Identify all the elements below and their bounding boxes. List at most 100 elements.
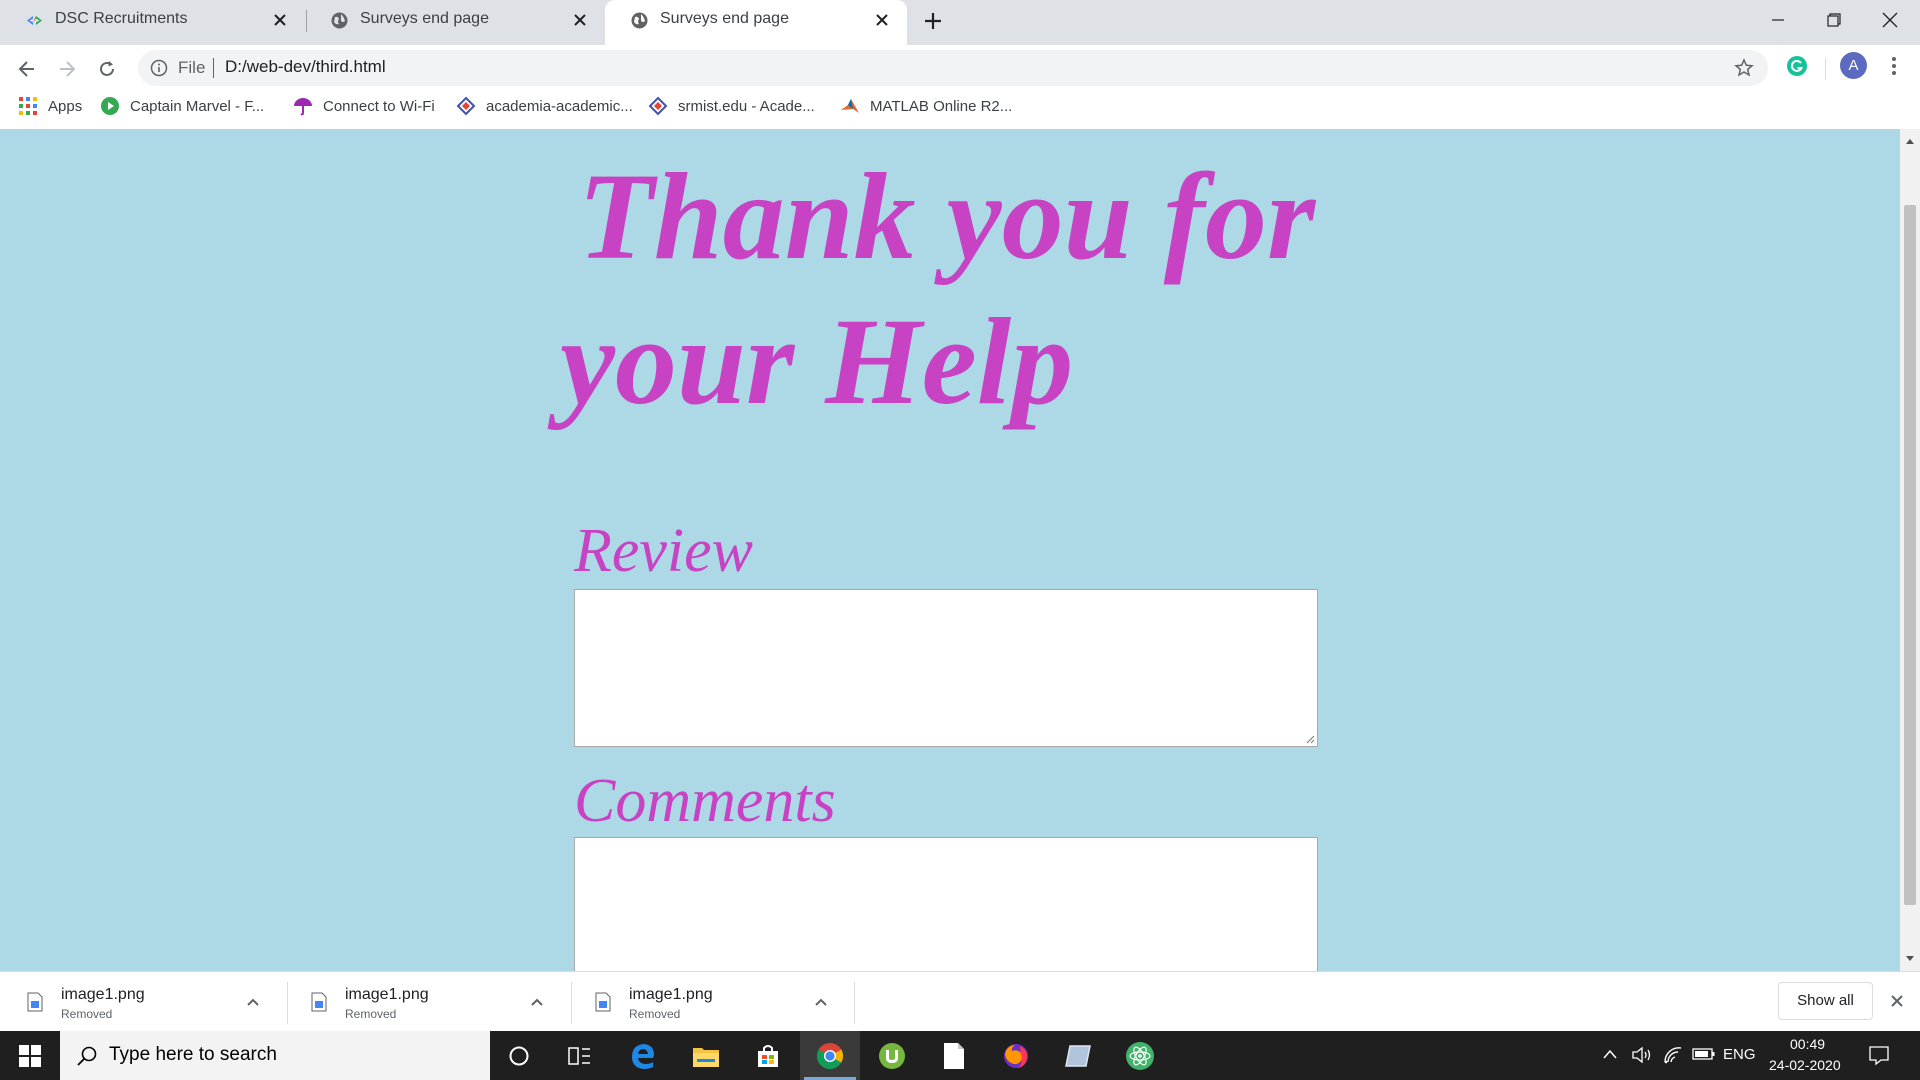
forward-button[interactable] [50,52,84,86]
taskbar-utorrent[interactable] [862,1031,922,1080]
atom-icon [1126,1041,1154,1070]
wifi-icon[interactable] [1662,1045,1684,1065]
bookmark-connect-wifi[interactable]: Connect to Wi-Fi [293,92,435,120]
bookmark-label: academia-academic... [486,97,633,115]
taskbar-sticky-app[interactable] [1048,1031,1108,1080]
umbrella-icon [293,96,313,116]
profile-avatar[interactable]: A [1840,52,1867,79]
cortana-icon [509,1046,529,1065]
download-separator [854,982,855,1024]
windows-logo-icon [19,1044,41,1067]
store-icon [758,1044,778,1067]
info-icon[interactable] [150,59,168,77]
edge-icon [632,1043,654,1069]
start-button[interactable] [0,1031,60,1080]
diamond-icon [456,96,476,116]
language-indicator[interactable]: ENG [1723,1046,1756,1063]
url-text[interactable]: D:/web-dev/third.html [225,57,386,77]
image-file-icon [311,992,327,1012]
image-file-icon [27,992,43,1012]
close-icon[interactable] [873,11,891,29]
notifications-icon[interactable] [1868,1044,1890,1066]
battery-icon[interactable] [1692,1047,1716,1061]
comments-textarea[interactable] [574,837,1318,971]
comments-label: Comments [574,767,836,835]
globe-icon [330,11,349,30]
clock-time[interactable]: 00:49 [1790,1036,1825,1052]
bookmark-apps[interactable]: Apps [18,92,82,120]
minimize-button[interactable] [1750,0,1806,40]
taskbar-search[interactable]: Type here to search [60,1031,490,1080]
tab-surveys-end-page-active[interactable]: Surveys end page [605,0,907,45]
clock-date[interactable]: 24-02-2020 [1769,1057,1841,1073]
scroll-down-icon[interactable] [1905,955,1915,963]
chevron-up-icon[interactable] [243,992,263,1012]
bookmark-label: MATLAB Online R2... [870,97,1013,115]
address-divider [213,58,214,78]
reload-button[interactable] [90,52,124,86]
taskbar-chrome[interactable] [800,1031,860,1080]
taskbar-store[interactable] [738,1031,798,1080]
page-scrollbar[interactable] [1900,129,1920,971]
scroll-up-icon[interactable] [1905,137,1915,145]
tab-surveys-end-page[interactable]: Surveys end page [305,0,605,41]
google-dev-icon [25,11,44,30]
grammarly-icon[interactable] [1786,55,1808,77]
more-menu-icon[interactable] [1884,54,1904,78]
task-view-icon [568,1046,590,1065]
site-info-label[interactable]: File [178,58,205,78]
bookmark-captain-marvel[interactable]: Captain Marvel - F... [100,92,264,120]
tab-title: DSC Recruitments [55,10,188,27]
play-icon [100,96,120,116]
tab-strip: DSC Recruitments Surveys end page Survey… [0,0,1920,45]
firefox-icon [1004,1043,1028,1068]
address-bar[interactable]: File D:/web-dev/third.html [138,50,1768,86]
folder-icon [693,1047,719,1067]
chrome-icon [816,1042,844,1069]
task-view-button[interactable] [550,1031,610,1080]
volume-icon[interactable] [1631,1045,1653,1065]
bookmark-matlab[interactable]: MATLAB Online R2... [840,92,1012,120]
tab-dsc-recruitments[interactable]: DSC Recruitments [0,0,305,41]
taskbar-edge[interactable] [613,1031,673,1080]
taskbar-atom[interactable] [1110,1031,1170,1080]
bookmark-label: srmist.edu - Acade... [678,97,815,115]
taskbar-document[interactable] [924,1031,984,1080]
back-button[interactable] [10,52,44,86]
bookmark-label: Apps [48,97,83,115]
show-hidden-icons[interactable] [1602,1047,1618,1061]
review-textarea[interactable] [574,589,1318,747]
thank-you-heading-line2: your Help [560,293,1074,430]
tab-title: Surveys end page [660,10,789,27]
cortana-button[interactable] [489,1031,549,1080]
taskbar-firefox[interactable] [986,1031,1046,1080]
download-item[interactable]: image1.png Removed [568,972,851,1032]
notes-icon [1065,1044,1091,1067]
resize-handle-icon[interactable] [1305,734,1315,744]
review-label: Review [574,517,754,585]
search-icon [76,1045,98,1067]
document-icon [944,1042,964,1069]
close-window-button[interactable] [1862,0,1918,40]
chevron-up-icon[interactable] [811,992,831,1012]
apps-grid-icon [18,96,38,116]
diamond-icon [648,96,668,116]
close-icon[interactable] [571,11,589,29]
download-filename: image1.png [629,986,713,1003]
show-all-button[interactable]: Show all [1778,982,1873,1020]
bookmark-academia[interactable]: academia-academic... [456,92,633,120]
thank-you-heading-line1: Thank you for [578,148,1316,285]
image-file-icon [595,992,611,1012]
close-shelf-icon[interactable] [1888,992,1906,1010]
taskbar-file-explorer[interactable] [676,1031,736,1080]
scroll-thumb[interactable] [1904,205,1916,905]
star-icon[interactable] [1734,58,1754,78]
restore-button[interactable] [1806,0,1862,40]
close-icon[interactable] [271,11,289,29]
new-tab-button[interactable] [920,8,946,34]
chevron-up-icon[interactable] [527,992,547,1012]
download-item[interactable]: image1.png Removed [0,972,283,1032]
download-status: Removed [61,1007,113,1021]
download-item[interactable]: image1.png Removed [284,972,567,1032]
bookmark-srmist[interactable]: srmist.edu - Acade... [648,92,815,120]
